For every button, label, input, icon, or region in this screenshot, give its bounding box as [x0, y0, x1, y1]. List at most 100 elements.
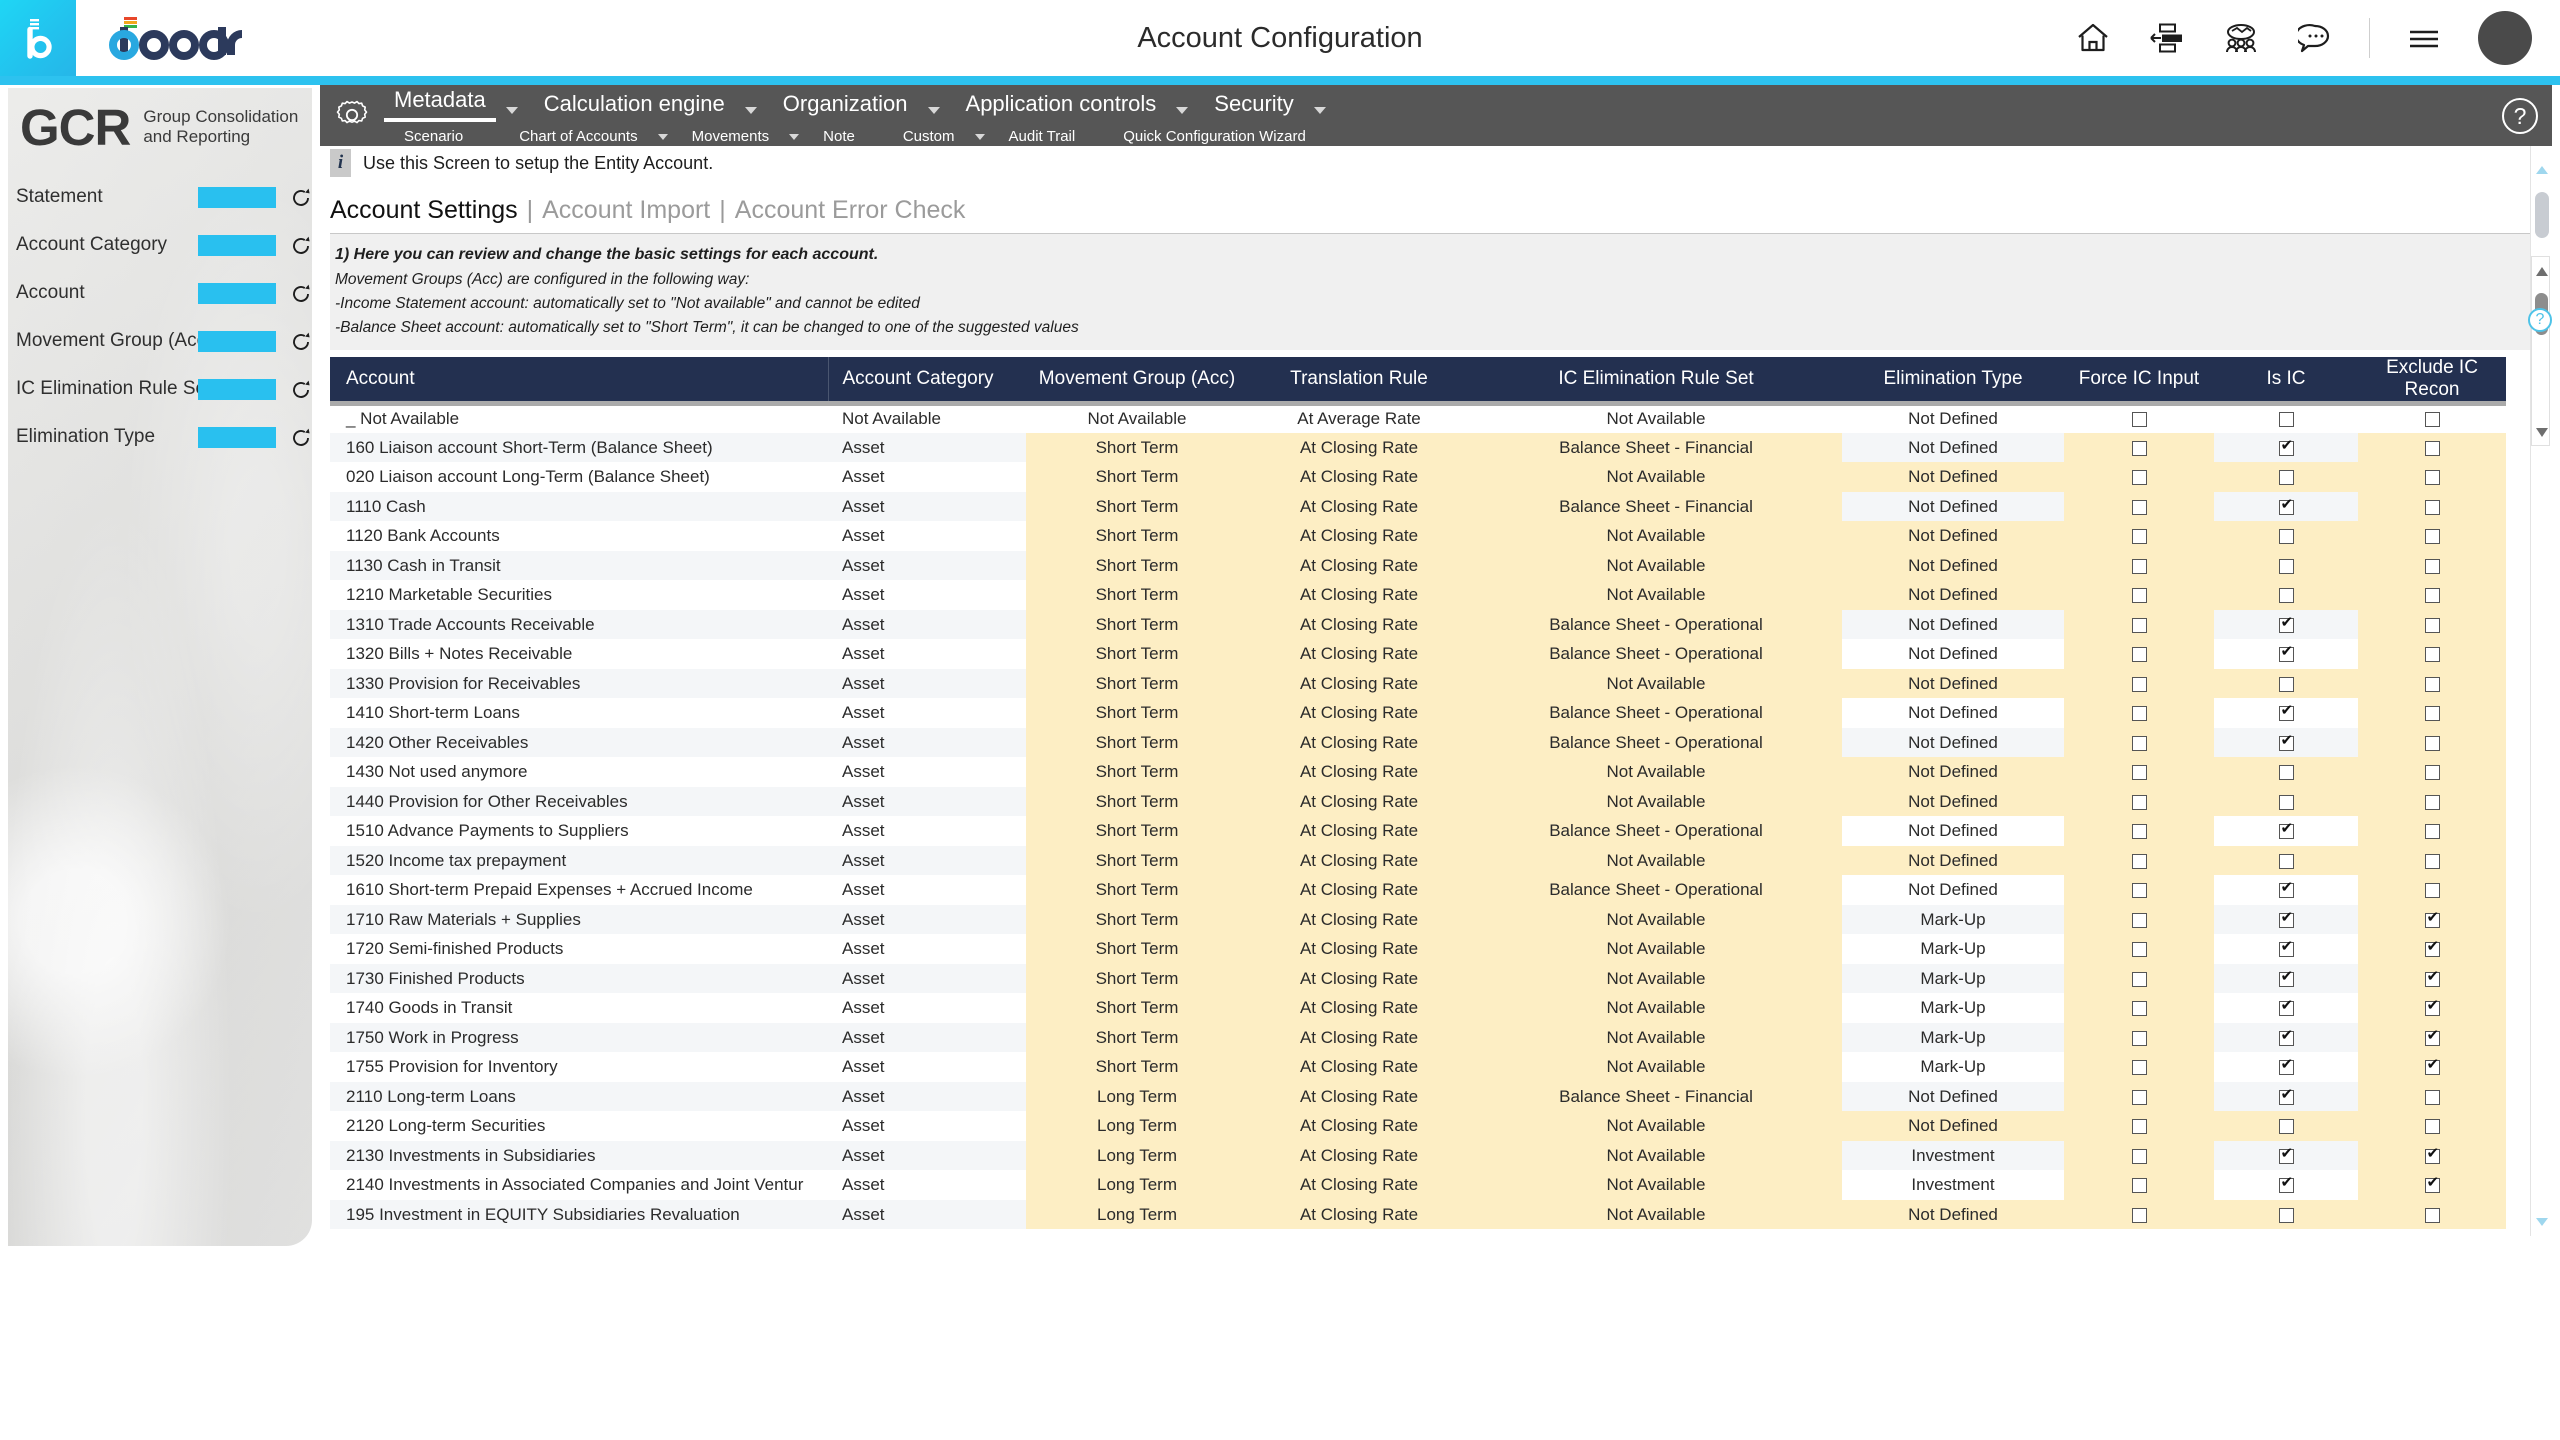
cell-translation-rule[interactable]: At Closing Rate — [1248, 462, 1470, 492]
is-ic-checkbox-cell[interactable] — [2214, 521, 2358, 551]
cell-ic-elimination-rule-set[interactable]: Not Available — [1470, 904, 1842, 935]
exclude-ic-recon-checkbox[interactable] — [2424, 412, 2440, 428]
exclude-ic-recon-checkbox[interactable] — [2424, 1057, 2440, 1076]
is-ic-checkbox-cell[interactable] — [2214, 845, 2358, 876]
exclude-ic-recon-checkbox-cell[interactable] — [2358, 786, 2506, 817]
table-row[interactable]: 2130 Investments in Subsidiaries Asset Lon… — [330, 1140, 2506, 1171]
exclude-ic-recon-checkbox-cell[interactable] — [2358, 1170, 2506, 1200]
table-row[interactable]: 1610 Short-term Prepaid Expenses + Accru… — [330, 875, 2506, 905]
force-ic-input-checkbox[interactable] — [2131, 412, 2147, 428]
cell-account-category[interactable]: Asset — [828, 904, 1026, 935]
cell-elimination-type[interactable]: Mark-Up — [1842, 1052, 2064, 1082]
table-row[interactable]: 1520 Income tax prepayment Asset Short Ter… — [330, 845, 2506, 876]
cell-account[interactable]: 1710 Raw Materials + Supplies — [330, 904, 828, 935]
cell-translation-rule[interactable]: At Closing Rate — [1248, 993, 1470, 1023]
is-ic-checkbox-cell[interactable] — [2214, 403, 2358, 433]
is-ic-checkbox-cell[interactable] — [2214, 1052, 2358, 1082]
cell-ic-elimination-rule-set[interactable]: Balance Sheet - Financial — [1470, 432, 1842, 463]
cell-movement-group[interactable]: Long Term — [1026, 1199, 1248, 1230]
cell-account[interactable]: 1310 Trade Accounts Receivable — [330, 609, 828, 640]
chevron-down-icon[interactable] — [744, 107, 757, 114]
exclude-ic-recon-checkbox-cell[interactable] — [2358, 639, 2506, 669]
table-row[interactable]: _ Not Available Not Available Not Availabl… — [330, 403, 2506, 433]
table-row[interactable]: 1120 Bank Accounts Asset Short Term At Clos… — [330, 521, 2506, 551]
is-ic-checkbox[interactable] — [2278, 588, 2294, 604]
home-icon[interactable] — [2073, 18, 2113, 58]
cell-account[interactable]: 2110 Long-term Loans — [330, 1081, 828, 1112]
exclude-ic-recon-checkbox-cell[interactable] — [2358, 1081, 2506, 1112]
cell-ic-elimination-rule-set[interactable]: Not Available — [1470, 1140, 1842, 1171]
table-row[interactable]: 1750 Work in Progress Asset Short Term At C… — [330, 1022, 2506, 1053]
force-ic-input-checkbox[interactable] — [2131, 735, 2147, 751]
cell-elimination-type[interactable]: Investment — [1842, 1170, 2064, 1200]
reset-icon[interactable] — [290, 331, 312, 351]
exclude-ic-recon-checkbox[interactable] — [2424, 588, 2440, 604]
exclude-ic-recon-checkbox[interactable] — [2424, 1146, 2440, 1164]
is-ic-checkbox-cell[interactable] — [2214, 668, 2358, 699]
force-ic-input-checkbox-cell[interactable] — [2064, 993, 2214, 1023]
is-ic-checkbox-cell[interactable] — [2214, 816, 2358, 846]
nav-item-security[interactable]: Security — [1202, 91, 1305, 122]
cell-ic-elimination-rule-set[interactable]: Not Available — [1470, 993, 1842, 1023]
chevron-down-icon[interactable] — [789, 134, 800, 140]
is-ic-checkbox[interactable] — [2278, 821, 2294, 840]
cell-elimination-type[interactable]: Not Defined — [1842, 550, 2064, 581]
cell-account-category[interactable]: Asset — [828, 1199, 1026, 1230]
table-row[interactable]: 1420 Other Receivables Asset Short Term At … — [330, 727, 2506, 758]
cell-movement-group[interactable]: Short Term — [1026, 757, 1248, 787]
is-ic-checkbox-cell[interactable] — [2214, 462, 2358, 492]
cell-account-category[interactable]: Asset — [828, 963, 1026, 994]
cell-account[interactable]: 1430 Not used anymore — [330, 757, 828, 787]
is-ic-checkbox[interactable] — [2278, 1057, 2294, 1076]
filter-selector-bar[interactable] — [198, 282, 276, 304]
is-ic-checkbox-cell[interactable] — [2214, 786, 2358, 817]
is-ic-checkbox-cell[interactable] — [2214, 904, 2358, 935]
cell-account[interactable]: 195 Investment in EQUITY Subsidiaries Re… — [330, 1199, 828, 1230]
force-ic-input-checkbox-cell[interactable] — [2064, 432, 2214, 463]
exclude-ic-recon-checkbox-cell[interactable] — [2358, 609, 2506, 640]
cell-account-category[interactable]: Asset — [828, 875, 1026, 905]
cell-account-category[interactable]: Asset — [828, 757, 1026, 787]
exclude-ic-recon-checkbox[interactable] — [2424, 617, 2440, 633]
cell-account-category[interactable]: Asset — [828, 934, 1026, 964]
cell-translation-rule[interactable]: At Closing Rate — [1248, 904, 1470, 935]
cell-account-category[interactable]: Asset — [828, 1052, 1026, 1082]
cell-translation-rule[interactable]: At Closing Rate — [1248, 432, 1470, 463]
is-ic-checkbox[interactable] — [2278, 412, 2294, 428]
col-header-movement-group[interactable]: Movement Group (Acc) — [1026, 356, 1248, 406]
force-ic-input-checkbox[interactable] — [2131, 440, 2147, 456]
cell-movement-group[interactable]: Short Term — [1026, 1052, 1248, 1082]
exclude-ic-recon-checkbox[interactable] — [2424, 706, 2440, 722]
force-ic-input-checkbox-cell[interactable] — [2064, 550, 2214, 581]
cell-translation-rule[interactable]: At Closing Rate — [1248, 698, 1470, 728]
cell-ic-elimination-rule-set[interactable]: Not Available — [1470, 580, 1842, 610]
force-ic-input-checkbox-cell[interactable] — [2064, 462, 2214, 492]
cell-elimination-type[interactable]: Mark-Up — [1842, 993, 2064, 1023]
chat-icon[interactable] — [2295, 18, 2335, 58]
cell-ic-elimination-rule-set[interactable]: Balance Sheet - Financial — [1470, 491, 1842, 522]
table-row[interactable]: 2120 Long-term Securities Asset Long Term A… — [330, 1111, 2506, 1141]
cell-elimination-type[interactable]: Not Defined — [1842, 845, 2064, 876]
force-ic-input-checkbox[interactable] — [2131, 1089, 2147, 1105]
table-row[interactable]: 1410 Short-term Loans Asset Short Term At C… — [330, 698, 2506, 728]
scroll-thumb[interactable] — [2535, 192, 2549, 238]
cell-account-category[interactable]: Asset — [828, 698, 1026, 728]
exclude-ic-recon-checkbox-cell[interactable] — [2358, 1052, 2506, 1082]
force-ic-input-checkbox-cell[interactable] — [2064, 786, 2214, 817]
is-ic-checkbox[interactable] — [2278, 1175, 2294, 1194]
chevron-down-icon[interactable] — [1176, 107, 1189, 114]
cell-elimination-type[interactable]: Mark-Up — [1842, 934, 2064, 964]
cell-movement-group[interactable]: Short Term — [1026, 580, 1248, 610]
cell-account-category[interactable]: Asset — [828, 462, 1026, 492]
force-ic-input-checkbox-cell[interactable] — [2064, 1022, 2214, 1053]
exclude-ic-recon-checkbox[interactable] — [2424, 1028, 2440, 1046]
col-header-translation-rule[interactable]: Translation Rule — [1248, 356, 1470, 406]
cell-account[interactable]: 1520 Income tax prepayment — [330, 845, 828, 876]
table-row[interactable]: 2110 Long-term Loans Asset Long Term At Clo… — [330, 1081, 2506, 1112]
reset-icon[interactable] — [290, 427, 312, 447]
cell-account[interactable]: 1440 Provision for Other Receivables — [330, 786, 828, 817]
cell-elimination-type[interactable]: Not Defined — [1842, 609, 2064, 640]
cell-account[interactable]: 1420 Other Receivables — [330, 727, 828, 758]
sub-item-scenario[interactable]: Scenario — [404, 128, 463, 145]
exclude-ic-recon-checkbox-cell[interactable] — [2358, 403, 2506, 433]
